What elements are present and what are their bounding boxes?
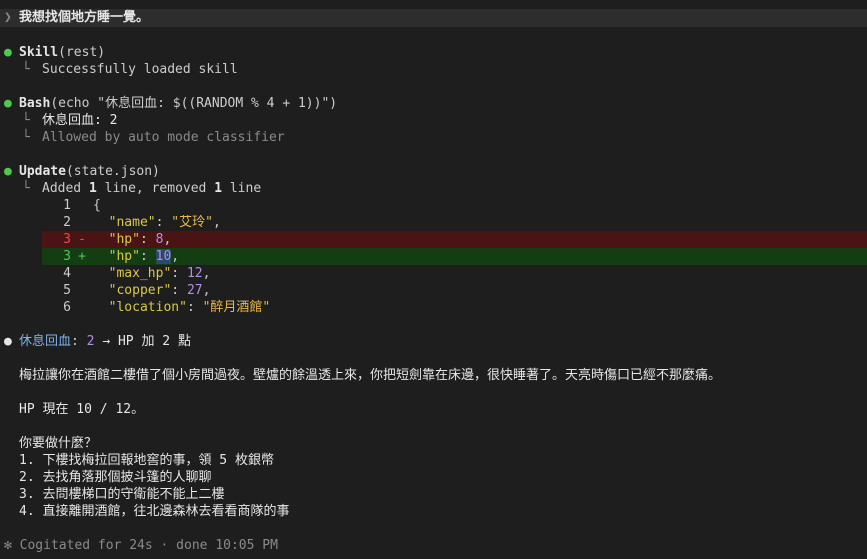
added-count: 1 (88, 181, 97, 196)
response-dot-icon: ● (4, 334, 12, 349)
list-item: 2. 去找角落那個披斗篷的人聊聊 (19, 470, 212, 485)
line-number: 4 (63, 266, 71, 281)
status-dot-icon: ● (4, 45, 12, 60)
status-dot-icon: ● (4, 164, 12, 179)
line-number: 6 (63, 300, 71, 315)
diff-marker: - (78, 232, 86, 247)
list-item: 1. 下樓找梅拉回報地窖的事，領 5 枚銀幣 (19, 453, 274, 468)
diff-line: 2 "name": "艾玲", (42, 214, 867, 231)
diff-line-removed: 3- "hp": 8, (42, 231, 867, 248)
tool-name: Update (19, 164, 66, 179)
status-footer: ✻ Cogitated for 24s · done 10:05 PM (4, 538, 278, 553)
list-item: 3. 去問樓梯口的守衛能不能上二樓 (19, 487, 225, 502)
question-text: 你要做什麼？ (19, 436, 98, 451)
diff-line: 1{ (42, 197, 867, 214)
tree-elbow-icon: └ (22, 130, 30, 145)
tree-elbow-icon: └ (22, 113, 30, 128)
status-dot-icon: ● (4, 96, 12, 111)
tool-result: Successfully loaded skill (42, 62, 238, 77)
json-key: "location" (108, 300, 187, 315)
json-key: "hp" (108, 249, 140, 264)
diff-line-added: 3 + "hp": 10, (42, 248, 867, 265)
json-value: 12 (186, 266, 203, 281)
json-value: 10 (155, 249, 172, 264)
narrative-text: 梅拉讓你在酒館二樓借了個小房間過夜。壁爐的餘溫透上來，你把短劍靠在床邊，很快睡著… (19, 368, 722, 383)
tool-result: 休息回血: 2 (42, 113, 118, 128)
diff-marker: + (78, 249, 86, 264)
json-key: "max_hp" (108, 266, 172, 281)
json-value: 27 (186, 283, 203, 298)
json-key: "name" (108, 215, 156, 230)
json-key: "copper" (108, 283, 172, 298)
line-number: 2 (63, 215, 71, 230)
diff-line: 5 "copper": 27, (42, 282, 867, 299)
tool-call-update: Update(state.json) (19, 163, 160, 180)
tree-elbow-icon: └ (22, 181, 30, 196)
heading-label: 休息回血 (19, 334, 72, 349)
line-number: 3 (63, 249, 71, 264)
removed-count: 1 (214, 181, 223, 196)
tool-result-note: Allowed by auto mode classifier (42, 130, 285, 145)
diff-summary: Added 1 line, removed 1 line (42, 181, 262, 196)
tool-call-bash: Bash(echo "休息回血: $((RANDOM % 4 + 1))") (19, 95, 337, 112)
tool-args: (rest) (58, 45, 106, 60)
line-number: 5 (63, 283, 71, 298)
line-number: 3 (63, 232, 71, 247)
tool-name: Skill (19, 45, 59, 60)
hp-status: HP 現在 10 / 12。 (19, 402, 145, 417)
tool-name: Bash (19, 96, 51, 111)
diff-code: { (93, 198, 101, 213)
json-key: "hp" (108, 232, 140, 247)
list-item: 4. 直接離開酒館，往北邊森林去看看商隊的事 (19, 504, 290, 519)
diff-line: 6 "location": "醉月酒館" (42, 299, 867, 316)
json-value: "醉月酒館" (202, 300, 271, 315)
heading-number: 2 (86, 334, 95, 349)
diff-line: 4 "max_hp": 12, (42, 265, 867, 282)
response-heading: 休息回血: 2 → HP 加 2 點 (19, 334, 191, 349)
user-prompt-text: 我想找個地方睡一覺。 (19, 10, 150, 25)
line-number: 1 (63, 198, 71, 213)
prompt-chevron-icon: ❯ (4, 10, 12, 25)
json-value: "艾玲" (171, 215, 213, 230)
tool-args: (echo "休息回血: $((RANDOM % 4 + 1))") (50, 96, 338, 111)
tool-args: (state.json) (65, 164, 160, 179)
tree-elbow-icon: └ (22, 62, 30, 77)
tool-call-skill: Skill(rest) (19, 44, 105, 61)
